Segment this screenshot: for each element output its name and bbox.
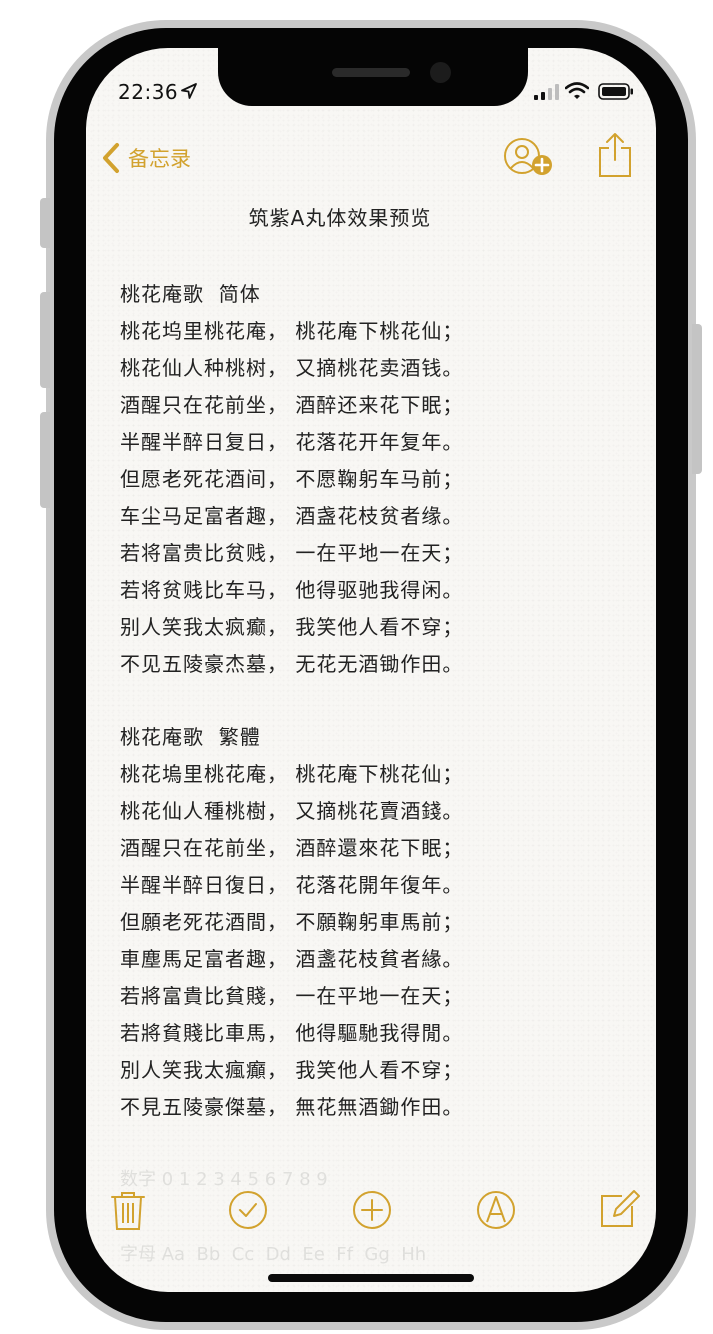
back-button[interactable]: 备忘录 — [100, 142, 191, 174]
note-title: 筑紫A丸体效果预览 — [248, 206, 432, 230]
checklist-icon[interactable] — [226, 1188, 270, 1232]
poem-line: 桃花塢里桃花庵， 桃花庵下桃花仙； — [120, 762, 464, 786]
poem-line: 酒醒只在花前坐， 酒醉還來花下眠； — [120, 836, 464, 860]
poem-line: 但願老死花酒間， 不願鞠躬車馬前； — [120, 910, 464, 934]
poem-line: 酒醒只在花前坐， 酒醉还来花下眠； — [120, 393, 464, 417]
wifi-icon — [565, 82, 589, 99]
mute-switch — [40, 198, 50, 248]
location-arrow-icon — [181, 83, 197, 99]
poem-line: 别人笑我太疯癫， 我笑他人看不穿； — [120, 615, 464, 639]
front-camera — [430, 62, 451, 83]
chevron-left-icon — [103, 143, 119, 173]
trash-icon[interactable] — [106, 1188, 150, 1232]
cellular-signal-icon — [534, 84, 559, 100]
poem-line: 车尘马足富者趣， 酒盏花枝贫者缘。 — [120, 504, 464, 528]
home-indicator[interactable] — [268, 1274, 474, 1282]
poem-line: 半醒半醉日復日， 花落花開年復年。 — [120, 873, 464, 897]
poem-line: 若將富貴比貧賤， 一在平地一在天； — [120, 984, 464, 1008]
power-button — [692, 324, 702, 474]
section-heading: 桃花庵歌 简体 — [120, 282, 261, 306]
battery-icon — [598, 83, 633, 100]
share-icon[interactable] — [598, 132, 632, 178]
poem-line: 不見五陵豪傑墓， 無花無酒鋤作田。 — [120, 1095, 464, 1119]
volume-up-button — [40, 292, 50, 388]
faded-line: 字母 Aa Bb Cc Dd Ee Ff Gg Hh — [120, 1244, 427, 1265]
note-body[interactable]: 筑紫A丸体效果预览 桃花庵歌 简体 桃花坞里桃花庵， 桃花庵下桃花仙； 桃花仙人… — [120, 198, 620, 1126]
add-person-icon[interactable] — [502, 136, 556, 180]
speaker-grille — [332, 68, 410, 77]
poem-line: 若将富贵比贫贱， 一在平地一在天； — [120, 541, 464, 565]
poem-line: 若将贫贱比车马， 他得驱驰我得闲。 — [120, 578, 464, 602]
poem-line: 桃花仙人种桃树， 又摘桃花卖酒钱。 — [120, 356, 464, 380]
section-heading: 桃花庵歌 繁體 — [120, 725, 261, 749]
compose-icon[interactable] — [598, 1188, 642, 1232]
poem-line: 但愿老死花酒间， 不愿鞠躬车马前； — [120, 467, 464, 491]
poem-line: 桃花坞里桃花庵， 桃花庵下桃花仙； — [120, 319, 464, 343]
section-simplified: 桃花庵歌 简体 桃花坞里桃花庵， 桃花庵下桃花仙； 桃花仙人种桃树， 又摘桃花卖… — [120, 276, 620, 683]
poem-line: 不见五陵豪杰墓， 无花无酒锄作田。 — [120, 652, 464, 676]
section-traditional: 桃花庵歌 繁體 桃花塢里桃花庵， 桃花庵下桃花仙； 桃花仙人種桃樹， 又摘桃花賣… — [120, 719, 620, 1126]
faded-line: 数字 0 1 2 3 4 5 6 7 8 9 — [120, 1169, 328, 1190]
add-icon[interactable] — [350, 1188, 394, 1232]
back-button-label: 备忘录 — [128, 147, 191, 171]
poem-line: 桃花仙人種桃樹， 又摘桃花賣酒錢。 — [120, 799, 464, 823]
volume-down-button — [40, 412, 50, 508]
poem-line: 半醒半醉日复日， 花落花开年复年。 — [120, 430, 464, 454]
poem-line: 車塵馬足富者趣， 酒盞花枝貧者緣。 — [120, 947, 464, 971]
markup-icon[interactable] — [474, 1188, 518, 1232]
status-time: 22:36 — [118, 80, 179, 104]
poem-line: 別人笑我太瘋癲， 我笑他人看不穿； — [120, 1058, 464, 1082]
poem-line: 若將貧賤比車馬， 他得驅馳我得閒。 — [120, 1021, 464, 1045]
